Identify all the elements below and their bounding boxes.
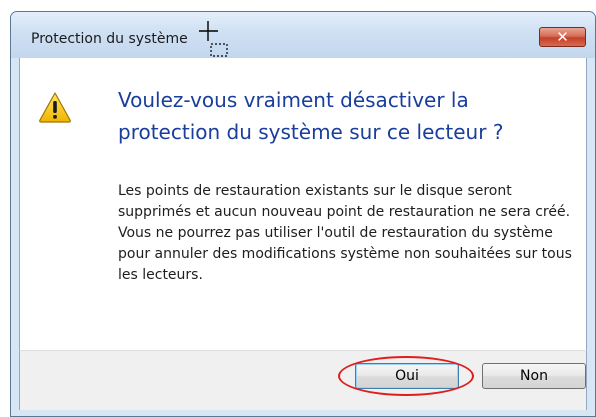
- dialog-footer: Oui Non: [19, 350, 587, 410]
- dialog-window: Protection du système ✕ Voulez-vous vrai…: [10, 11, 596, 417]
- yes-button[interactable]: Oui: [355, 363, 459, 389]
- close-icon: ✕: [556, 27, 569, 46]
- title-bar[interactable]: Protection du système ✕: [11, 12, 595, 58]
- no-button[interactable]: Non: [482, 363, 586, 389]
- dialog-content: Voulez-vous vraiment désactiver la prote…: [19, 58, 587, 350]
- warning-icon: [39, 92, 71, 123]
- move-cursor-icon: [199, 21, 228, 57]
- dialog-title: Protection du système: [31, 31, 188, 47]
- dialog-headline: Voulez-vous vraiment désactiver la prote…: [118, 88, 504, 144]
- close-button[interactable]: ✕: [539, 27, 586, 47]
- dialog-message: Les points de restauration existants sur…: [118, 183, 572, 283]
